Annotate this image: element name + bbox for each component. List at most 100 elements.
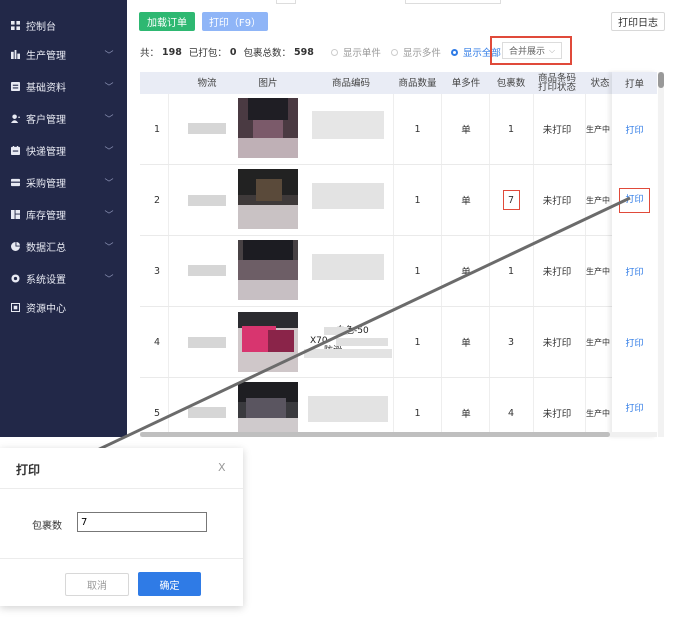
- sidebar-item-label: 采购管理: [26, 178, 66, 190]
- sidebar-item-inventory[interactable]: 库存管理 ﹀: [0, 203, 127, 225]
- radio-show-multi[interactable]: 显示多件: [390, 45, 441, 59]
- product-thumbnail[interactable]: [238, 240, 298, 300]
- printed-label: 已打包：: [188, 48, 227, 59]
- dialog-footer: 取消 确定: [0, 558, 243, 607]
- vertical-scrollbar[interactable]: [658, 72, 664, 437]
- print-link[interactable]: 打印: [612, 307, 657, 378]
- table-header: 物流 图片 商品编码 商品数量 单多件 包裹数 商品条码 打印状态 状态: [140, 72, 657, 94]
- sidebar-item-data-summary[interactable]: 数据汇总 ﹀: [0, 235, 127, 257]
- sidebar-item-label: 基础资料: [26, 82, 66, 94]
- logistics-blurred: [188, 337, 226, 348]
- status-cell: 生产中: [586, 195, 610, 205]
- product-thumbnail[interactable]: [238, 98, 298, 158]
- radio-circle-icon: [390, 48, 398, 56]
- sidebar-item-production[interactable]: 生产管理 ﹀: [0, 43, 127, 65]
- load-order-button[interactable]: 加载订单: [139, 12, 195, 31]
- product-thumbnail[interactable]: [238, 169, 298, 229]
- chevron-down-icon: ﹀: [104, 114, 114, 125]
- sku-blurred: [308, 396, 388, 422]
- chevron-down-icon: ﹀: [104, 146, 114, 157]
- status-cell: 生产中: [586, 408, 610, 418]
- print-log-button[interactable]: 打印日志: [611, 12, 665, 31]
- chevron-down-icon: ⌵: [548, 45, 556, 55]
- status-cell: 生产中: [586, 124, 610, 134]
- product-thumbnail[interactable]: [238, 382, 298, 434]
- package-count-input[interactable]: [77, 512, 207, 532]
- inventory-icon: [11, 209, 20, 219]
- product-image-detail: [243, 240, 293, 260]
- print-link-wrap: 打印: [612, 165, 657, 236]
- status-cell: 生产中: [586, 266, 610, 276]
- table-row[interactable]: 2 1 单 7 未打印 生产中: [140, 165, 657, 236]
- chevron-down-icon: ﹀: [104, 274, 114, 285]
- table-row[interactable]: 5 1 单 4 未打印 生产中: [140, 378, 657, 437]
- customer-icon: [11, 113, 20, 123]
- close-icon[interactable]: X: [218, 461, 226, 474]
- product-image-detail: [253, 120, 283, 138]
- single-multi-cell: 单: [461, 267, 471, 278]
- settings-icon: [11, 273, 20, 283]
- product-image-detail: [238, 260, 298, 280]
- row-index: 2: [153, 194, 161, 206]
- product-thumbnail[interactable]: [238, 312, 298, 372]
- product-image-detail: [248, 98, 288, 120]
- resource-icon: [11, 302, 20, 312]
- sidebar-item-express[interactable]: 快递管理 ﹀: [0, 139, 127, 161]
- packages-value: 598: [294, 46, 314, 58]
- express-icon: [11, 145, 20, 155]
- barcode-status-cell: 未打印: [542, 125, 572, 136]
- sku-blurred: [324, 327, 348, 335]
- logistics-blurred: [188, 195, 226, 206]
- print-link[interactable]: 打印: [612, 236, 657, 307]
- row-index: 5: [153, 407, 161, 419]
- dashboard-icon: [11, 20, 20, 30]
- header-print: 打单: [612, 72, 657, 94]
- table-row[interactable]: 1 1 单 1 未打印 生产中: [140, 94, 657, 165]
- single-multi-cell: 单: [461, 338, 471, 349]
- package-count-cell: 1: [507, 123, 515, 135]
- hidden-toolbar-control: [276, 0, 296, 4]
- sidebar-item-purchase[interactable]: 采购管理 ﹀: [0, 171, 127, 193]
- printed-value: 0: [229, 46, 237, 58]
- radio-checked-icon: [450, 48, 458, 56]
- chevron-down-icon: ﹀: [104, 82, 114, 93]
- sidebar-item-resource[interactable]: 资源中心: [0, 296, 127, 318]
- header-barcode-status: 商品条码 打印状态: [537, 73, 576, 93]
- confirm-button[interactable]: 确定: [138, 572, 201, 596]
- qty-cell: 1: [414, 265, 421, 277]
- sidebar-item-label: 系统设置: [26, 274, 66, 286]
- sku-blurred: [312, 254, 384, 280]
- header-status: 状态: [590, 77, 610, 89]
- sidebar-item-label: 客户管理: [26, 114, 66, 126]
- sidebar-item-label: 快递管理: [26, 146, 66, 158]
- table-row[interactable]: 3 1 单 1 未打印 生产中: [140, 236, 657, 307]
- scrollbar-thumb[interactable]: [658, 72, 664, 88]
- package-count-cell: 4: [507, 407, 515, 419]
- product-image-detail: [238, 205, 298, 229]
- sidebar-item-basic-data[interactable]: 基础资料 ﹀: [0, 75, 127, 97]
- header-qty: 商品数量: [398, 77, 437, 89]
- qty-cell: 1: [414, 336, 421, 348]
- sidebar: 控制台 生产管理 ﹀ 基础资料 ﹀ 客户管理 ﹀ 快递管理 ﹀ 采购管理 ﹀ 库…: [0, 0, 127, 437]
- row-index: 1: [153, 123, 161, 135]
- chevron-down-icon: ﹀: [104, 242, 114, 253]
- total-value: 198: [162, 46, 182, 58]
- sidebar-item-settings[interactable]: 系统设置 ﹀: [0, 267, 127, 289]
- print-link[interactable]: 打印: [612, 94, 657, 165]
- print-f9-button[interactable]: 打印（F9）: [202, 12, 268, 31]
- print-link-highlighted[interactable]: 打印: [619, 188, 650, 213]
- cancel-button[interactable]: 取消: [65, 573, 129, 596]
- horizontal-scrollbar[interactable]: [140, 432, 657, 437]
- sidebar-item-customer[interactable]: 客户管理 ﹀: [0, 107, 127, 129]
- sku-text-line: 白色-50: [336, 326, 369, 336]
- logistics-blurred: [188, 265, 226, 276]
- sidebar-item-dashboard[interactable]: 控制台: [0, 14, 127, 36]
- print-link[interactable]: 打印: [612, 378, 657, 437]
- radio-show-single[interactable]: 显示单件: [330, 45, 381, 59]
- basic-data-icon: [11, 81, 20, 91]
- production-icon: [11, 49, 20, 59]
- merge-display-select[interactable]: 合并展示 ⌵: [502, 42, 562, 59]
- table-row[interactable]: 4 白色-50 X70 防滑 1 单 3 未打印 生产中: [140, 307, 657, 378]
- package-count-label: 包裹数: [32, 521, 62, 532]
- scrollbar-thumb[interactable]: [140, 432, 610, 437]
